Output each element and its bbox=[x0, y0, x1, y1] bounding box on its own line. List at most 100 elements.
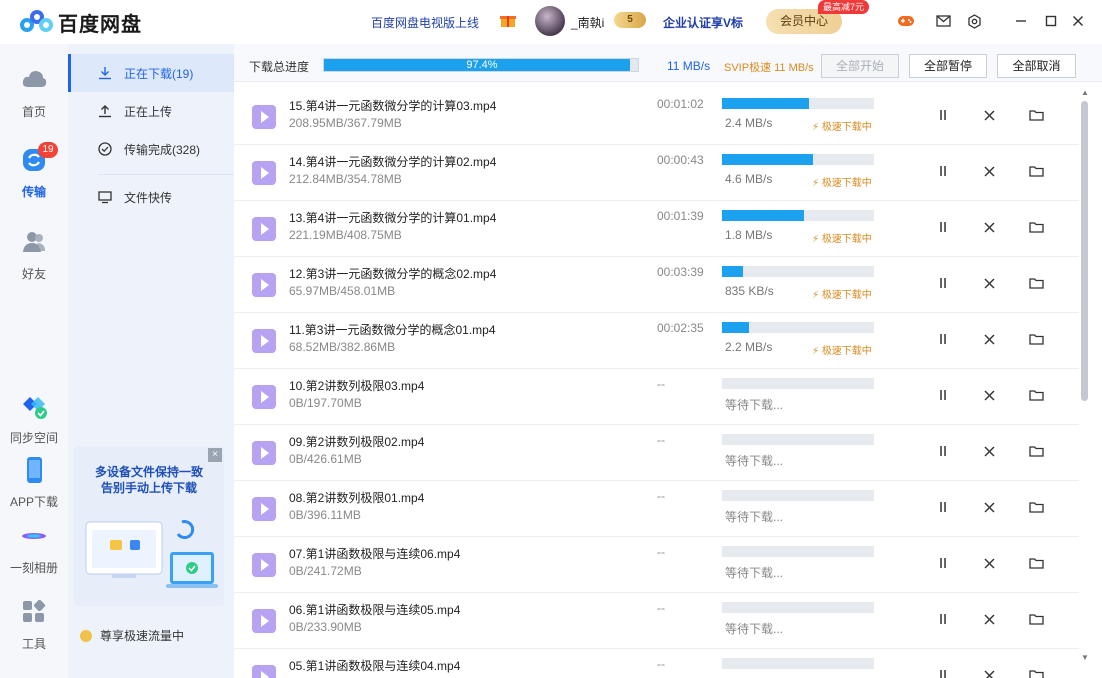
nav-item-home[interactable]: 首页 bbox=[0, 66, 68, 120]
download-row[interactable]: 05.第1讲函数极限与连续04.mp4 -- bbox=[234, 649, 1079, 678]
scroll-thumb[interactable] bbox=[1081, 101, 1088, 401]
file-progress-bar bbox=[722, 322, 874, 333]
subnav-uploading[interactable]: 正在上传 bbox=[68, 92, 234, 130]
fast-download-label: 极速下载中 bbox=[821, 234, 872, 245]
file-name: 10.第2讲数列极限03.mp4 bbox=[289, 379, 425, 393]
pause-button[interactable] bbox=[933, 329, 953, 349]
start-all-button[interactable]: 全部开始 bbox=[821, 54, 899, 78]
download-row[interactable]: 13.第4讲一元函数微分学的计算01.mp4 221.19MB/408.75MB… bbox=[234, 201, 1079, 257]
mail-icon[interactable] bbox=[934, 12, 952, 30]
fast-download-label: 极速下载中 bbox=[821, 178, 872, 189]
nav-item-transfer[interactable]: 19 传输 bbox=[0, 142, 68, 200]
open-folder-button[interactable] bbox=[1026, 385, 1046, 405]
file-name: 13.第4讲一元函数微分学的计算01.mp4 bbox=[289, 211, 497, 225]
pause-button[interactable] bbox=[933, 553, 953, 573]
pause-icon bbox=[940, 278, 946, 288]
scrollbar[interactable]: ▲ ▼ bbox=[1079, 89, 1091, 666]
avatar[interactable] bbox=[535, 6, 565, 36]
subnav-file-transfer[interactable]: 文件快传 bbox=[68, 178, 234, 216]
file-name: 08.第2讲数列极限01.mp4 bbox=[289, 491, 425, 505]
subnav-label-uploading: 正在上传 bbox=[124, 104, 173, 119]
settings-icon[interactable] bbox=[965, 12, 983, 30]
open-folder-button[interactable] bbox=[1026, 329, 1046, 349]
gift-icon[interactable] bbox=[500, 12, 516, 28]
svip-level-badge[interactable]: 5 bbox=[614, 12, 646, 28]
promo-badge: 最高减7元 bbox=[818, 0, 870, 14]
nav-item-sync-space[interactable]: 同步空间 bbox=[0, 392, 68, 446]
nav-item-tools[interactable]: 工具 bbox=[0, 598, 68, 652]
pause-button[interactable] bbox=[933, 161, 953, 181]
pause-button[interactable] bbox=[933, 441, 953, 461]
cancel-download-button[interactable] bbox=[979, 217, 999, 237]
download-row[interactable]: 15.第4讲一元函数微分学的计算03.mp4 208.95MB/367.79MB… bbox=[234, 89, 1079, 145]
nav-item-app-download[interactable]: APP下载 bbox=[0, 456, 68, 510]
file-progress-bar bbox=[722, 98, 874, 109]
cancel-download-button[interactable] bbox=[979, 273, 999, 293]
pause-button[interactable] bbox=[933, 497, 953, 517]
cancel-download-button[interactable] bbox=[979, 329, 999, 349]
cancel-download-button[interactable] bbox=[979, 385, 999, 405]
download-row[interactable]: 09.第2讲数列极限02.mp4 0B/426.61MB -- 等待下载... bbox=[234, 425, 1079, 481]
download-row[interactable]: 10.第2讲数列极限03.mp4 0B/197.70MB -- 等待下载... bbox=[234, 369, 1079, 425]
fast-download-status: ⚡ 极速下载中 bbox=[812, 230, 872, 245]
tv-version-link[interactable]: 百度网盘电视版上线 bbox=[371, 14, 479, 31]
cancel-download-button[interactable] bbox=[979, 497, 999, 517]
download-toolbar: 下载总进度 97.4% 11 MB/s SVIP极速 11 MB/s 全部开始 … bbox=[234, 44, 1102, 82]
download-speed: 等待下载... bbox=[725, 566, 784, 580]
subnav-completed[interactable]: 传输完成(328) bbox=[68, 130, 234, 168]
pause-icon bbox=[940, 334, 946, 344]
pause-button[interactable] bbox=[933, 273, 953, 293]
scroll-down-icon[interactable]: ▼ bbox=[1081, 654, 1089, 662]
pause-all-button[interactable]: 全部暂停 bbox=[909, 54, 987, 78]
close-icon[interactable]: × bbox=[208, 448, 222, 462]
sync-space-icon bbox=[23, 397, 47, 419]
pause-button[interactable] bbox=[933, 385, 953, 405]
file-size: 208.95MB/367.79MB bbox=[289, 116, 402, 130]
subnav-downloading[interactable]: 正在下载(19) bbox=[68, 54, 234, 92]
cancel-all-button[interactable]: 全部取消 bbox=[997, 54, 1076, 78]
file-progress-fill bbox=[722, 266, 744, 277]
open-folder-button[interactable] bbox=[1026, 497, 1046, 517]
pause-button[interactable] bbox=[933, 609, 953, 629]
nav-item-friends[interactable]: 好友 bbox=[0, 228, 68, 282]
download-speed: 4.6 MB/s bbox=[725, 172, 773, 186]
cancel-download-button[interactable] bbox=[979, 553, 999, 573]
speed-tip[interactable]: 尊享极速流量中 bbox=[80, 627, 184, 644]
open-folder-button[interactable] bbox=[1026, 105, 1046, 125]
maximize-icon[interactable] bbox=[1042, 12, 1060, 30]
download-row[interactable]: 08.第2讲数列极限01.mp4 0B/396.11MB -- 等待下载... bbox=[234, 481, 1079, 537]
cancel-download-button[interactable] bbox=[979, 609, 999, 629]
open-folder-button[interactable] bbox=[1026, 665, 1046, 678]
open-folder-button[interactable] bbox=[1026, 217, 1046, 237]
download-row[interactable]: 12.第3讲一元函数微分学的概念02.mp4 65.97MB/458.01MB … bbox=[234, 257, 1079, 313]
pause-button[interactable] bbox=[933, 665, 953, 678]
download-row[interactable]: 06.第1讲函数极限与连续05.mp4 0B/233.90MB -- 等待下载.… bbox=[234, 593, 1079, 649]
download-row[interactable]: 14.第4讲一元函数微分学的计算02.mp4 212.84MB/354.78MB… bbox=[234, 145, 1079, 201]
cancel-download-button[interactable] bbox=[979, 441, 999, 461]
cancel-download-button[interactable] bbox=[979, 665, 999, 678]
cancel-download-button[interactable] bbox=[979, 161, 999, 181]
open-folder-button[interactable] bbox=[1026, 161, 1046, 181]
game-icon[interactable] bbox=[897, 12, 915, 30]
download-row[interactable]: 07.第1讲函数极限与连续06.mp4 0B/241.72MB -- 等待下载.… bbox=[234, 537, 1079, 593]
pause-button[interactable] bbox=[933, 217, 953, 237]
open-folder-button[interactable] bbox=[1026, 609, 1046, 629]
remaining-time: -- bbox=[657, 601, 665, 615]
pause-button[interactable] bbox=[933, 105, 953, 125]
sync-promo-card[interactable]: × 多设备文件保持一致 告别手动上传下载 bbox=[74, 446, 224, 606]
cancel-download-button[interactable] bbox=[979, 105, 999, 125]
scroll-up-icon[interactable]: ▲ bbox=[1081, 89, 1089, 97]
close-window-icon[interactable] bbox=[1069, 12, 1087, 30]
file-size: 68.52MB/382.86MB bbox=[289, 340, 396, 354]
app-title: 百度网盘 bbox=[58, 14, 142, 36]
open-folder-button[interactable] bbox=[1026, 553, 1046, 573]
username[interactable]: _南執i bbox=[571, 14, 604, 31]
file-name: 11.第3讲一元函数微分学的概念01.mp4 bbox=[289, 323, 496, 337]
minimize-icon[interactable] bbox=[1012, 12, 1030, 30]
friends-icon bbox=[23, 232, 45, 252]
download-row[interactable]: 11.第3讲一元函数微分学的概念01.mp4 68.52MB/382.86MB … bbox=[234, 313, 1079, 369]
open-folder-button[interactable] bbox=[1026, 441, 1046, 461]
nav-item-album[interactable]: 一刻相册 bbox=[0, 522, 68, 576]
open-folder-button[interactable] bbox=[1026, 273, 1046, 293]
enterprise-cert-link[interactable]: 企业认证享V标 bbox=[663, 14, 743, 31]
